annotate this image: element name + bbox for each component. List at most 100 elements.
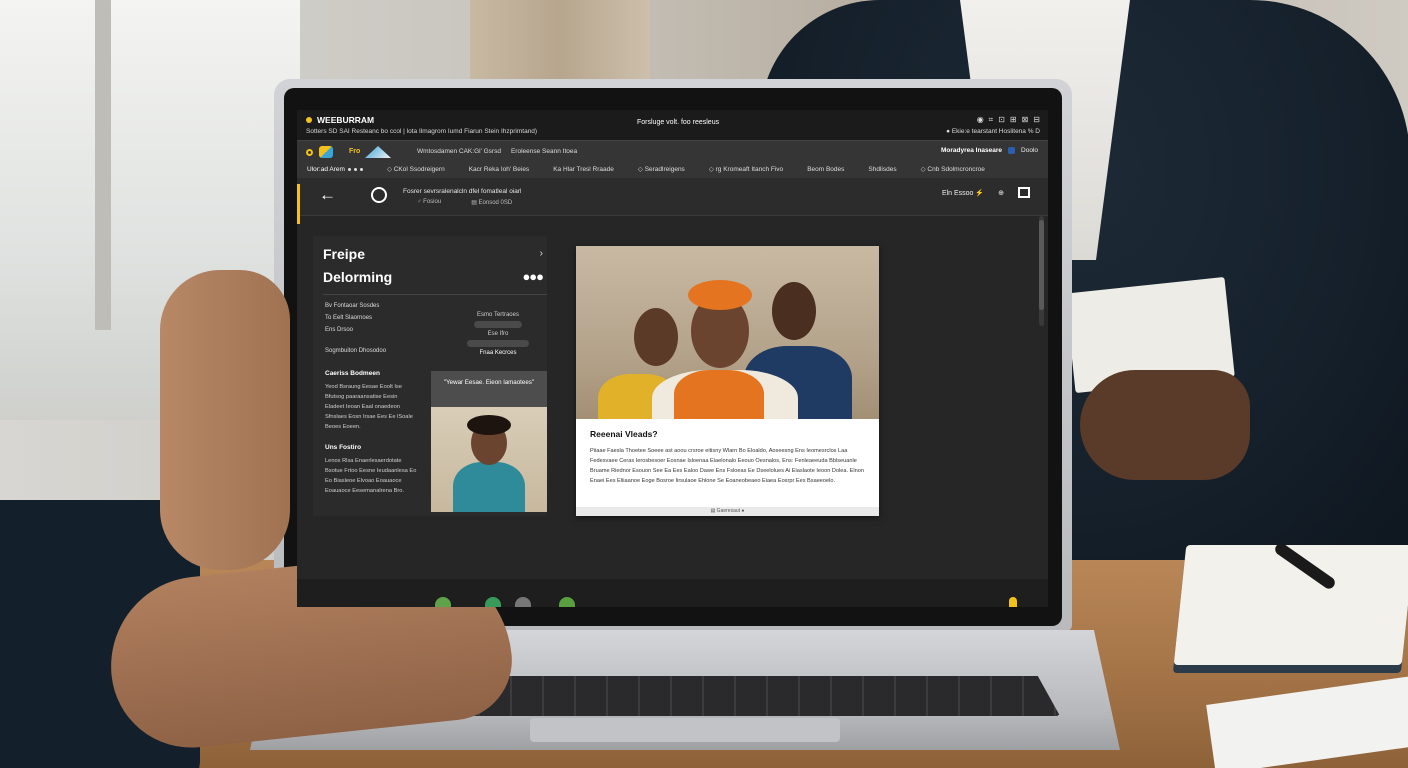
circle-icon[interactable] — [371, 187, 387, 203]
top-right-controls: Moradyrea Inaseare Doolo — [941, 147, 1038, 154]
tab-2[interactable]: ◇ CKol Ssodreigern — [375, 161, 457, 179]
toolbar-actions: Eln Essoo ⚡ ⊕ — [942, 187, 1030, 198]
input-pill[interactable] — [474, 321, 522, 328]
tab-6[interactable]: ◇ rg Kromeaft Itanch Fivo — [697, 161, 795, 179]
top-link[interactable]: Wmtosdamen CAK:Gl' Gsrsd — [417, 148, 501, 155]
article-body: Reeenai Vleads? Piiaae Faesla Thoetee So… — [576, 419, 879, 496]
close-box-icon[interactable]: ⊠ — [1022, 115, 1029, 125]
article-heading: Reeenai Vleads? — [590, 429, 658, 439]
portrait-body — [453, 462, 525, 512]
chevron-right-icon[interactable]: › — [540, 248, 543, 259]
article-card[interactable]: Reeenai Vleads? Piiaae Faesla Thoetee So… — [576, 246, 879, 516]
section-text: Yeod Bsraung Eesae Eoolt Ise Bfutsog paa… — [325, 384, 413, 430]
dock-app-icon[interactable] — [515, 597, 531, 607]
title-bar: WEEBURRAM Sotters SD SAI Resteanc bo cco… — [297, 110, 1048, 140]
article-footer: ▤ Gaeresaut ● — [576, 507, 879, 516]
meta-right-label: Ese Ifro — [487, 331, 509, 337]
tab-4[interactable]: Ka Hlar Tresl Rraade — [541, 161, 626, 179]
ring-icon[interactable] — [306, 149, 313, 156]
system-status: ● Ekie:e tearstant Hoslitena % D — [946, 128, 1040, 135]
group-photo — [576, 246, 879, 419]
tab-8[interactable]: Shdlisdes — [856, 161, 908, 179]
window-frame — [95, 0, 111, 330]
main-content: Freipe Delorming › ●●● Bv Fontaoar Sosde… — [297, 216, 1048, 607]
tab-strip: Ulor:ad Arem ◇ CKol Ssodreigern Kacr Rek… — [297, 161, 1048, 179]
dot-icon — [347, 167, 351, 171]
laptop-screen: WEEBURRAM Sotters SD SAI Resteanc bo cco… — [297, 110, 1048, 607]
top-links: Wmtosdamen CAK:Gl' Gsrsd Eroleense Seann… — [397, 148, 577, 155]
section-heading: Uns Fostiro — [325, 444, 362, 451]
dot-icon — [353, 167, 357, 171]
record-icon[interactable]: ◉ — [977, 115, 984, 125]
meta-right-label: Esmo Tertraoes — [477, 312, 519, 318]
input-pill[interactable] — [467, 340, 529, 347]
left-hand — [160, 270, 290, 570]
side-panel: Freipe Delorming › ●●● Bv Fontaoar Sosde… — [313, 236, 547, 516]
back-arrow-icon[interactable]: ← — [319, 186, 336, 203]
dock — [297, 579, 1048, 607]
profile-card[interactable]: "Yewar Eesae. Eieon lamaotees" — [431, 371, 547, 512]
top-navigation: Fro Wmtosdamen CAK:Gl' Gsrsd Eroleense S… — [297, 140, 1048, 178]
meta-controls: Esmo Tertraoes Ese Ifro Fnaa Kecrces — [463, 312, 533, 356]
more-icon[interactable]: ●●● — [522, 269, 544, 284]
app-status-dot-icon — [306, 117, 312, 123]
brand-name[interactable]: Fro — [349, 148, 360, 155]
meta-item: To Eelt Slaornoes — [325, 315, 373, 321]
window-icon[interactable]: ⊡ — [998, 115, 1005, 125]
crumb-link[interactable]: ▤ Eonsod 0SD — [471, 199, 512, 206]
divider — [323, 294, 547, 295]
laptop-trackpad — [530, 718, 840, 742]
tab-1[interactable]: Ulor:ad Arem — [307, 161, 375, 179]
panel-title: Freipe — [323, 246, 366, 262]
curtain — [470, 0, 650, 80]
orange-scarf — [674, 370, 764, 419]
account-label[interactable]: Moradyrea Inaseare — [941, 147, 1002, 154]
mountain-icon — [365, 146, 391, 158]
window-center-title: Forsluge volt. foo reesleus — [637, 119, 720, 126]
orange-headwrap — [688, 280, 752, 310]
account-extra[interactable]: Doolo — [1021, 147, 1038, 154]
dock-app-icon[interactable] — [485, 597, 501, 607]
article-text: Piiaae Faesla Thoetee Soeee ast aoou crs… — [590, 448, 864, 484]
grid-icon[interactable]: ⌗ — [989, 115, 994, 125]
person-face — [634, 308, 678, 366]
crosshair-icon[interactable]: ⊕ — [998, 189, 1004, 197]
toolbar-label[interactable]: Eln Essoo ⚡ — [942, 189, 984, 197]
meta-item: Bv Fontaoar Sosdes — [325, 303, 380, 309]
tab-9[interactable]: ◇ Cnb Sdolmcroncroe — [909, 161, 997, 179]
page-toolbar: ← Fosrer sevrsralenalcln dfel fomatleal … — [297, 178, 1048, 216]
dock-app-icon[interactable] — [435, 597, 451, 607]
tab-3[interactable]: Kacr Reka Ioh' Beies — [457, 161, 542, 179]
app-logo-icon[interactable] — [319, 146, 333, 158]
breadcrumb[interactable]: Fosrer sevrsralenalcln dfel fomatleal oi… — [403, 188, 522, 195]
section-text: Lenos Rlsa Enaerlesaerdotate Bsotue Frto… — [325, 458, 417, 494]
person-face — [772, 282, 816, 340]
tab-label: Ulor:ad Arem — [307, 166, 345, 173]
meta-right-label[interactable]: Fnaa Kecrces — [463, 350, 533, 356]
crumb-link[interactable]: ♂ Fosiou — [417, 199, 441, 206]
breadcrumb-sub: ♂ Fosiou ▤ Eonsod 0SD — [417, 199, 512, 206]
dot-icon — [359, 167, 363, 171]
person-hand — [1080, 370, 1250, 480]
app-subtitle: Sotters SD SAI Resteanc bo ccol | lota I… — [306, 128, 538, 135]
card-caption: "Yewar Eesae. Eieon lamaotees" — [431, 371, 547, 407]
row-label: Sogmbuiton Dhosodoo — [325, 348, 387, 354]
top-link[interactable]: Eroleense Seann Itoea — [511, 148, 577, 155]
dock-app-icon[interactable] — [559, 597, 575, 607]
tab-7[interactable]: Beom Bodes — [795, 161, 856, 179]
portrait-image — [431, 407, 547, 512]
notification-badge-icon[interactable] — [1008, 147, 1016, 154]
app-title: WEEBURRAM — [317, 115, 375, 125]
section-heading: Caeriss Bodmeen — [325, 370, 380, 377]
portrait-hair — [467, 415, 511, 435]
tile-icon[interactable]: ⊞ — [1010, 115, 1017, 125]
panel-title: Delorming — [323, 269, 393, 285]
scrollbar-thumb[interactable] — [1039, 220, 1044, 310]
system-icons: ◉ ⌗ ⊡ ⊞ ⊠ ⊟ — [977, 115, 1040, 125]
minimize-box-icon[interactable]: ⊟ — [1033, 115, 1040, 125]
square-icon[interactable] — [1018, 187, 1030, 198]
dock-app-icon[interactable] — [1009, 597, 1017, 607]
meta-item: Ens Drsoo — [325, 327, 354, 333]
tab-5[interactable]: ◇ Seradlreigens — [626, 161, 697, 179]
meta-list: Bv Fontaoar Sosdes To Eelt Slaornoes Ens… — [325, 300, 379, 336]
